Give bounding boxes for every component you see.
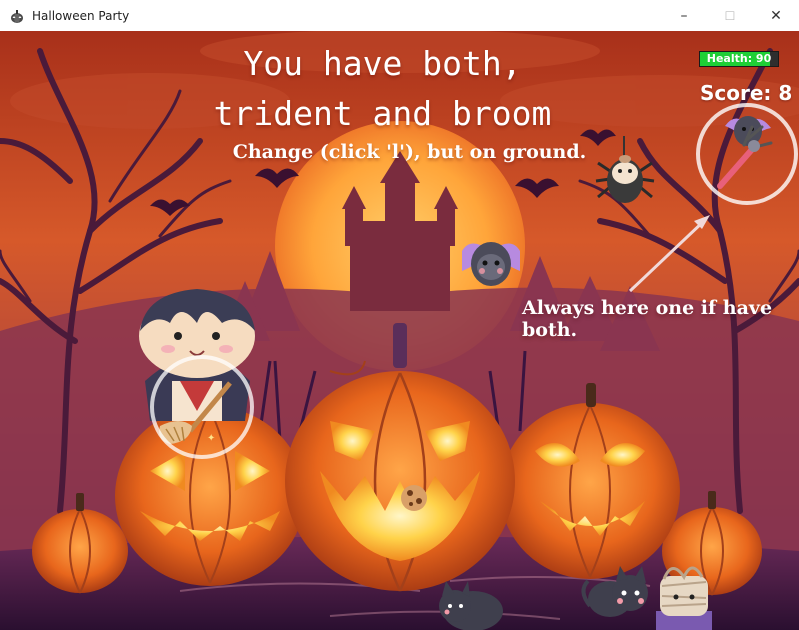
mummy-enemy[interactable] <box>656 566 712 630</box>
cookie-icon[interactable] <box>401 485 427 511</box>
minimize-button[interactable]: – <box>661 0 707 31</box>
minimize-icon: – <box>680 7 688 24</box>
cat-enemy[interactable] <box>581 566 648 617</box>
svg-text:✦: ✦ <box>207 433 215 444</box>
window-title: Halloween Party <box>32 8 130 23</box>
hint-line-1: You have both, <box>243 44 522 83</box>
maximize-button[interactable]: ☐ <box>707 0 753 31</box>
cat-enemy[interactable] <box>439 581 503 630</box>
annotation-text: Always here one if have both. <box>522 297 773 341</box>
pumpkin-icon <box>11 9 23 23</box>
hint-line-2: trident and broom <box>213 94 552 133</box>
game-window: Halloween Party – ☐ ✕ ✦ Health: 90 Score… <box>0 0 799 630</box>
title-bar[interactable]: Halloween Party – ☐ ✕ <box>0 0 799 32</box>
hint-instruction: Change (click 'l'), but on ground. <box>232 141 587 163</box>
maximize-icon: ☐ <box>724 8 736 23</box>
vampire-player: ✦ <box>139 289 255 444</box>
close-icon: ✕ <box>770 7 782 24</box>
game-canvas[interactable]: ✦ Health: 90 Score: 8 You have both, tri… <box>0 31 799 630</box>
bat-enemy[interactable] <box>462 242 520 286</box>
close-button[interactable]: ✕ <box>753 0 799 31</box>
annotation-arrow <box>628 215 710 293</box>
